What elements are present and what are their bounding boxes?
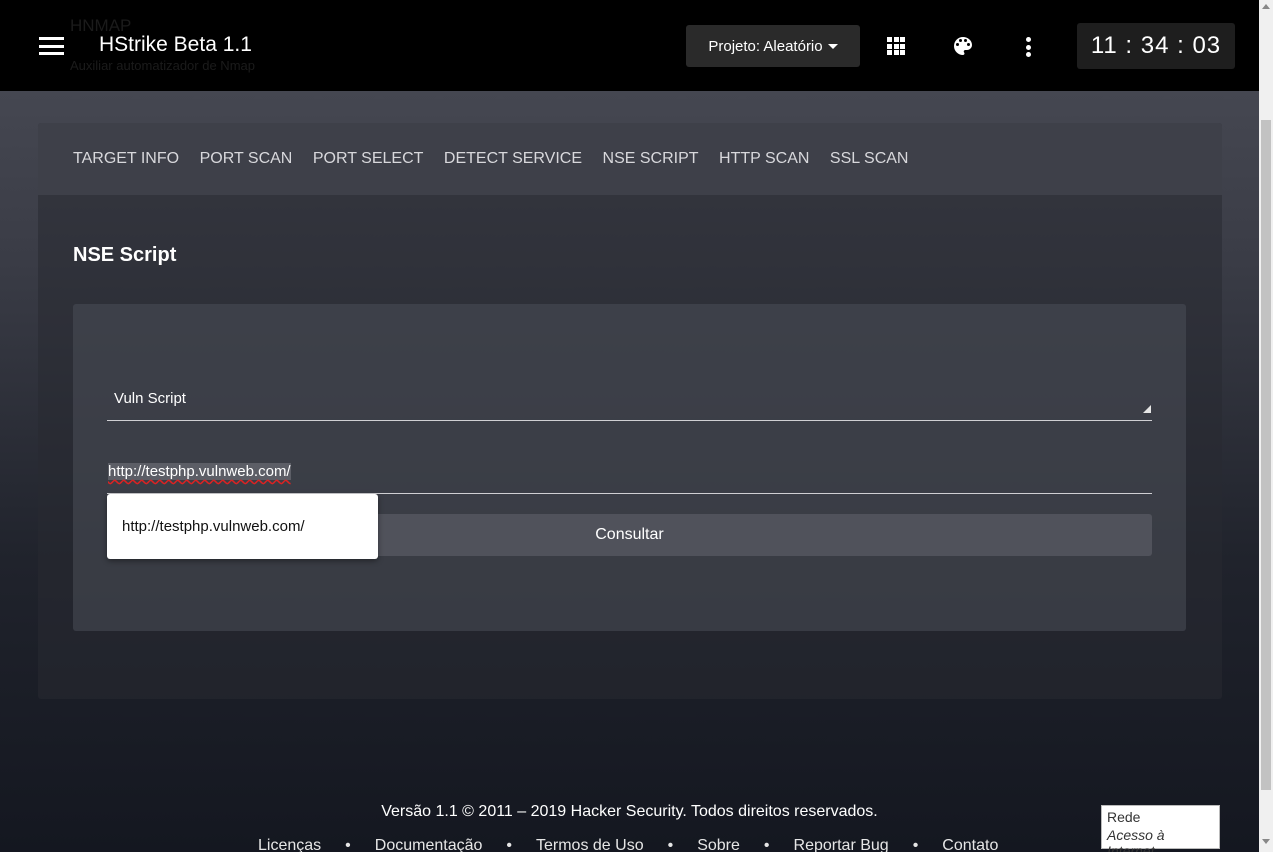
footer-copyright: Versão 1.1 © 2011 – 2019 Hacker Security… [381, 803, 878, 820]
footer-separator: • [912, 837, 919, 852]
menu-icon[interactable] [39, 37, 64, 55]
scrollbar-thumb[interactable] [1261, 120, 1271, 790]
tooltip-line-2: Acesso à Internet [1107, 827, 1165, 852]
footer-link-contato[interactable]: Contato [942, 837, 998, 852]
url-input-value: http://testphp.vulnweb.com/ [108, 463, 291, 480]
apps-grid-icon[interactable] [887, 37, 905, 55]
footer-link-documentacao[interactable]: Documentação [375, 837, 483, 852]
tooltip-line-1: Rede [1107, 809, 1141, 825]
top-app-bar: HNMAP Auxiliar automatizador de Nmap HSt… [0, 0, 1259, 91]
project-label: Projeto: Aleatório [708, 37, 823, 55]
section-title: NSE Script [73, 244, 177, 266]
footer-link-sobre[interactable]: Sobre [697, 837, 740, 852]
project-dropdown-button[interactable]: Projeto: Aleatório [686, 25, 860, 67]
tab-detect-service[interactable]: DETECT SERVICE [444, 150, 582, 168]
tab-port-scan[interactable]: PORT SCAN [200, 150, 293, 168]
footer-separator: • [667, 837, 674, 852]
vertical-scrollbar[interactable] [1259, 0, 1273, 852]
footer-link-licencas[interactable]: Licenças [258, 837, 321, 852]
tab-port-select[interactable]: PORT SELECT [313, 150, 424, 168]
footer-separator: • [506, 837, 512, 852]
footer-links: Licenças • Documentação • Termos de Uso … [258, 837, 998, 852]
tab-bar: TARGET INFO PORT SCAN PORT SELECT DETECT… [38, 123, 1222, 195]
tab-ssl-scan[interactable]: SSL SCAN [830, 150, 909, 168]
tab-http-scan[interactable]: HTTP SCAN [719, 150, 809, 168]
ghost-app-subtitle: Auxiliar automatizador de Nmap [70, 58, 255, 73]
palette-icon[interactable] [951, 34, 975, 63]
more-vert-icon[interactable] [1026, 37, 1032, 57]
scroll-up-arrow-icon[interactable] [1262, 4, 1270, 9]
tab-target-info[interactable]: TARGET INFO [73, 150, 179, 168]
footer-link-reportar-bug[interactable]: Reportar Bug [794, 837, 889, 852]
script-select-value: Vuln Script [114, 390, 186, 407]
autocomplete-suggestion[interactable]: http://testphp.vulnweb.com/ [107, 494, 378, 559]
url-input[interactable]: http://testphp.vulnweb.com/ [107, 453, 1152, 494]
clock-display: 11 : 34 : 03 [1077, 23, 1235, 69]
footer-separator: • [763, 837, 770, 852]
footer-separator: • [345, 837, 351, 852]
select-arrow-icon [1143, 405, 1151, 413]
caret-down-icon [827, 43, 838, 49]
footer-link-termos[interactable]: Termos de Uso [536, 837, 644, 852]
network-tooltip: Rede Acesso à Internet [1101, 805, 1220, 852]
app-title: HStrike Beta 1.1 [99, 33, 252, 56]
tab-nse-script[interactable]: NSE SCRIPT [603, 150, 699, 168]
scroll-down-arrow-icon[interactable] [1262, 839, 1270, 844]
script-select[interactable]: Vuln Script [107, 380, 1152, 421]
